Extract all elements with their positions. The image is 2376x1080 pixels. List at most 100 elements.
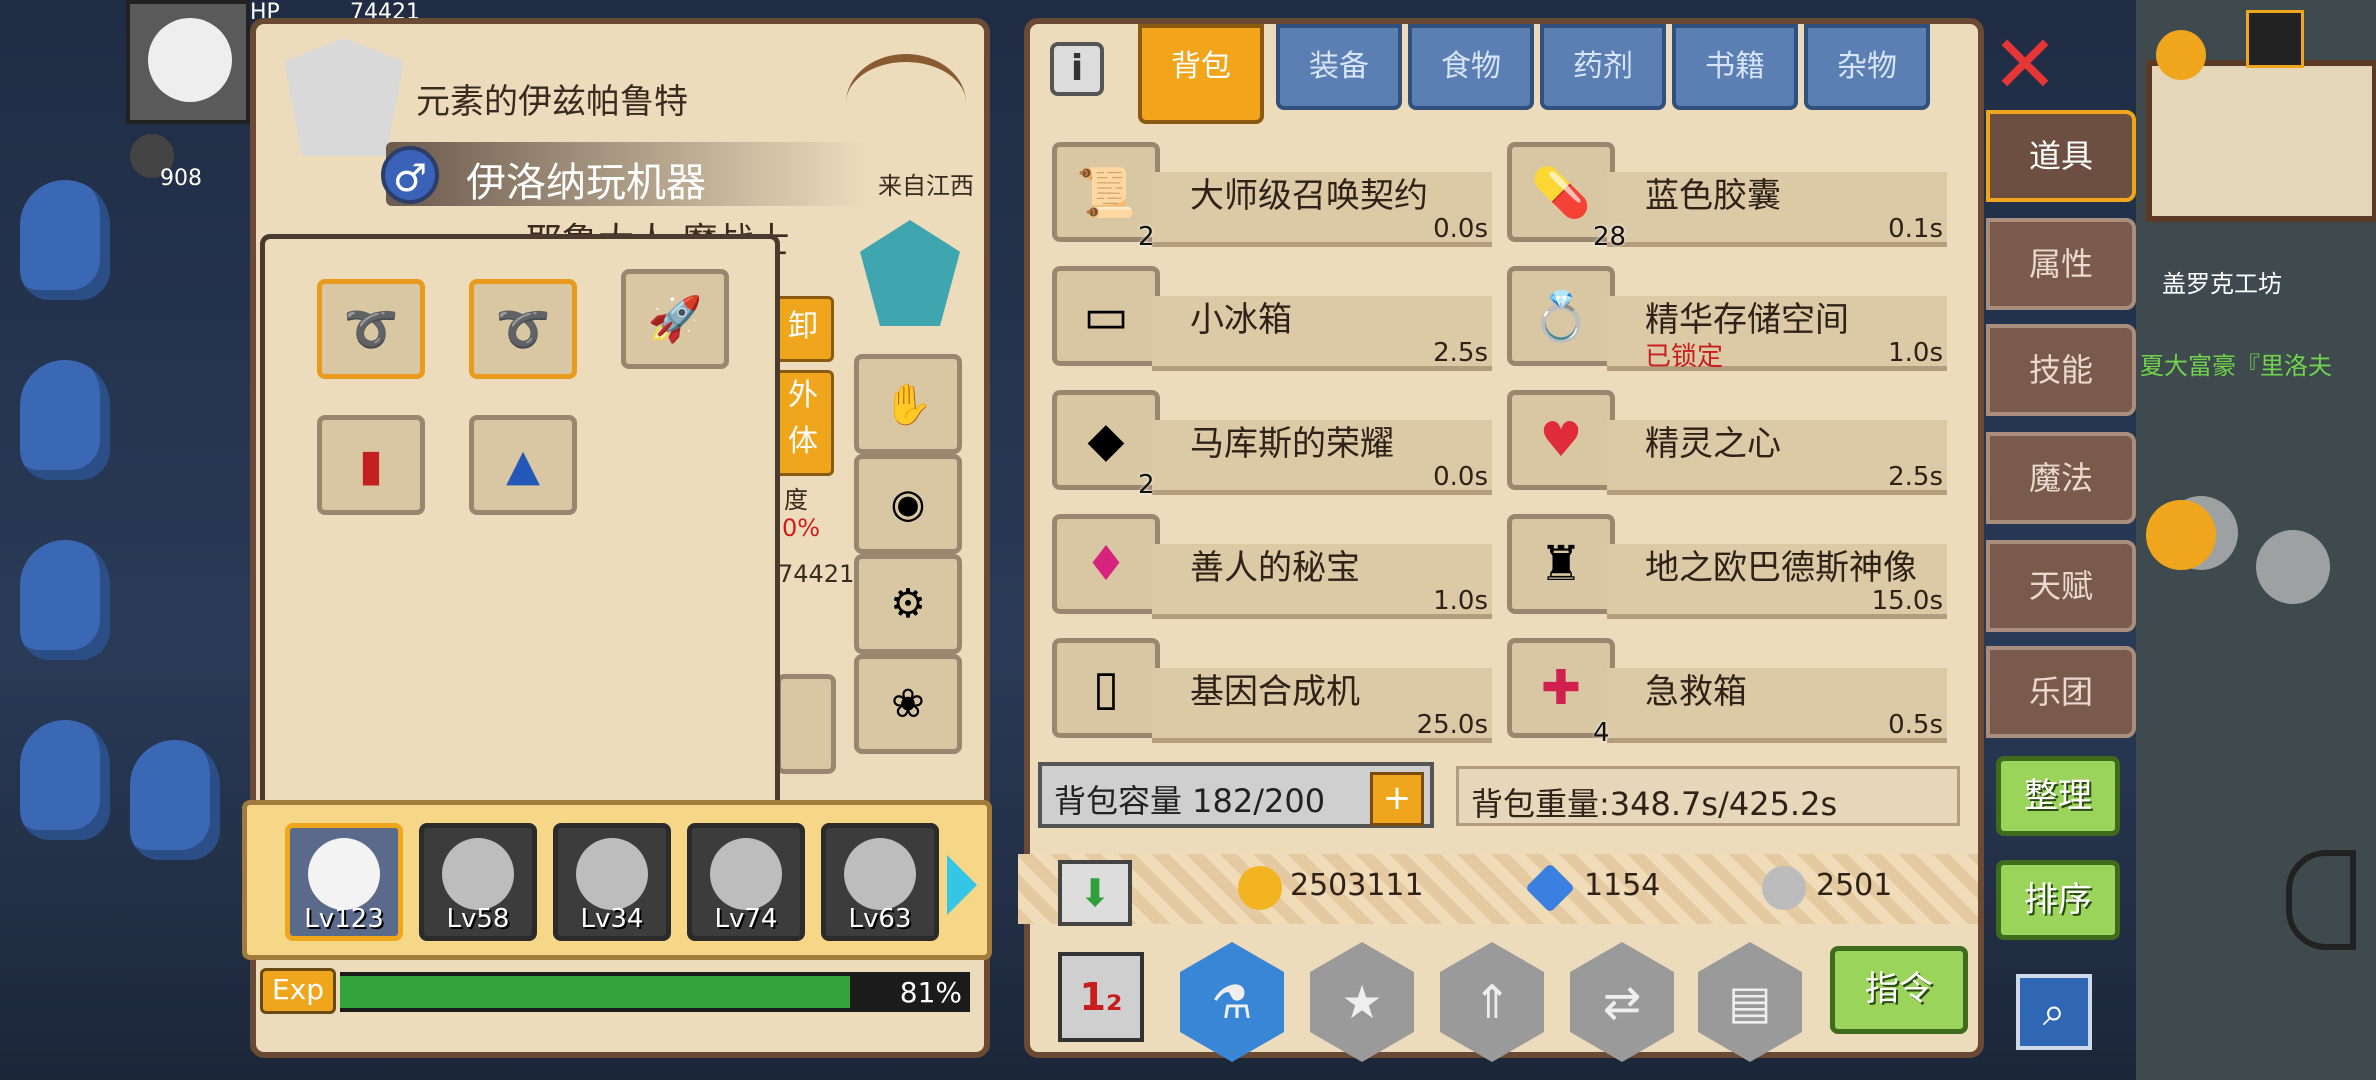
gem-icon: ♦ xyxy=(1052,514,1160,614)
rocket-item-icon[interactable]: 🚀 xyxy=(621,269,729,369)
amulet-slot-icon[interactable]: ◉ xyxy=(854,454,962,554)
tab-food[interactable]: 食物 xyxy=(1408,24,1534,110)
tree-sprite xyxy=(20,360,110,480)
tree-sprite xyxy=(20,540,110,660)
exp-label: Exp xyxy=(260,968,336,1014)
close-icon[interactable]: ✕ xyxy=(1990,25,2060,105)
inventory-item[interactable]: ♥ 精灵之心 2.5s xyxy=(1507,390,1947,498)
bag-capacity-text: 背包容量 182/200 xyxy=(1054,782,1326,820)
stat-label: 度 xyxy=(784,486,808,514)
ring-icon: 💍 xyxy=(1507,266,1615,366)
next-arrow-icon[interactable] xyxy=(947,855,977,915)
globe-icon[interactable] xyxy=(2156,30,2206,80)
inventory-item[interactable]: ▯ 基因合成机 25.0s xyxy=(1052,638,1492,746)
side-tab-skills[interactable]: 技能 xyxy=(1986,324,2136,416)
coat-item-icon[interactable]: ▮ xyxy=(317,415,425,515)
tab-potion[interactable]: 药剂 xyxy=(1540,24,1666,110)
tree-sprite xyxy=(20,720,110,840)
stat-percent: 0% xyxy=(782,514,821,542)
harp-icon[interactable] xyxy=(2146,500,2216,570)
bow-icon[interactable] xyxy=(2286,850,2356,950)
one-two-toggle-icon[interactable]: 1₂ xyxy=(1058,952,1144,1042)
name-banner: 伊洛纳玩机器 xyxy=(386,142,866,206)
diamond-amount: 1154 xyxy=(1584,868,1661,903)
inventory-item[interactable]: ♦ 善人的秘宝 1.0s xyxy=(1052,514,1492,622)
inventory-item[interactable]: ♜ 地之欧巴德斯神像 15.0s xyxy=(1507,514,1947,622)
download-icon[interactable]: ⬇ xyxy=(1058,860,1132,926)
exp-bar: 81% xyxy=(340,972,970,1012)
inventory-item[interactable]: ◆ 马库斯的荣耀 0.0s 2 xyxy=(1052,390,1492,500)
side-tab-attributes[interactable]: 属性 xyxy=(1986,218,2136,310)
party-portrait[interactable]: Lv34 xyxy=(553,823,671,941)
party-portrait[interactable]: Lv63 xyxy=(821,823,939,941)
organize-button[interactable]: 整理 xyxy=(1996,756,2120,836)
side-tab-magic[interactable]: 魔法 xyxy=(1986,432,2136,524)
inventory-item[interactable]: ▭ 小冰箱 2.5s xyxy=(1052,266,1492,374)
npc-banner: 夏大富豪『里洛夫 xyxy=(2140,352,2332,380)
party-portrait-bar: Lv123 Lv58 Lv34 Lv74 Lv63 xyxy=(242,800,992,960)
character-name: 伊洛纳玩机器 xyxy=(466,160,706,206)
star-icon[interactable]: ★ xyxy=(1310,942,1414,1062)
minimap-area: 盖罗克工坊 夏大富豪『里洛夫 xyxy=(2136,0,2376,1080)
rank-badge-icon xyxy=(284,38,404,156)
sort-button[interactable]: 排序 xyxy=(1996,860,2120,940)
tree-sprite xyxy=(20,180,110,300)
glove-slot-icon[interactable]: ✋ xyxy=(854,354,962,454)
character-title: 元素的伊兹帕鲁特 xyxy=(416,82,688,122)
horn-item-icon[interactable]: ➰ xyxy=(469,279,577,379)
unequip-button[interactable]: 卸 xyxy=(772,296,834,362)
workshop-label: 盖罗克工坊 xyxy=(2162,270,2282,298)
book-icon[interactable] xyxy=(2256,530,2330,604)
search-icon[interactable]: ⌕ xyxy=(2016,974,2092,1050)
origin-label: 来自江西 xyxy=(878,172,974,200)
expand-icon[interactable] xyxy=(2246,10,2304,68)
inventory-item[interactable]: 📜 大师级召唤契约 0.0s 2 xyxy=(1052,142,1492,252)
male-icon: ♂ xyxy=(381,146,439,204)
inventory-panel: i 背包 装备 食物 药剂 书籍 杂物 📜 大师级召唤契约 0.0s 2 💊 蓝色胶… xyxy=(1018,18,1984,1062)
side-tab-band[interactable]: 乐团 xyxy=(1986,646,2136,738)
party-portrait[interactable]: Lv123 xyxy=(285,823,403,941)
expand-capacity-button[interactable]: + xyxy=(1370,772,1424,826)
appearance-button[interactable]: 外 体 xyxy=(772,370,834,476)
slot-partial-icon[interactable] xyxy=(776,674,836,774)
gold-amount: 2503111 xyxy=(1290,868,1424,903)
tab-misc[interactable]: 杂物 xyxy=(1804,24,1930,110)
side-tab-talent[interactable]: 天赋 xyxy=(1986,540,2136,632)
party-portrait[interactable]: Lv58 xyxy=(419,823,537,941)
tree-sprite xyxy=(130,740,220,860)
hanger-icon[interactable] xyxy=(846,54,966,152)
player-avatar[interactable] xyxy=(126,0,250,124)
fridge-icon: ▭ xyxy=(1052,266,1160,366)
horn-item-icon[interactable]: ➰ xyxy=(317,279,425,379)
silver-coin-icon xyxy=(1762,866,1806,910)
side-tab-items[interactable]: 道具 xyxy=(1986,110,2136,202)
swap-arrows-icon[interactable]: ⇄ xyxy=(1570,942,1674,1062)
bag-capacity: 背包容量 182/200 + xyxy=(1038,762,1434,828)
exp-percent: 81% xyxy=(899,976,962,1009)
locked-label: 已锁定 xyxy=(1645,342,1724,372)
gold-coin-icon xyxy=(1238,866,1282,910)
tab-equipment[interactable]: 装备 xyxy=(1276,24,1402,110)
command-button[interactable]: 指令 xyxy=(1830,946,1968,1034)
exp-row: Exp 81% xyxy=(250,962,990,1022)
equipment-popup: ➰ ➰ 🚀 ▮ ▲ xyxy=(260,234,780,814)
tab-bag[interactable]: 背包 xyxy=(1138,24,1264,124)
inventory-item[interactable]: 💍 精华存储空间 已锁定 1.0s xyxy=(1507,266,1947,374)
statue-icon: ♜ xyxy=(1507,514,1615,614)
party-portrait[interactable]: Lv74 xyxy=(687,823,805,941)
inventory-item[interactable]: ✚ 急救箱 0.5s 4 xyxy=(1507,638,1947,748)
currency-bar: ⬇ 2503111 1154 2501 xyxy=(1018,854,1978,926)
hud-stat-value: 908 xyxy=(160,166,202,191)
tab-books[interactable]: 书籍 xyxy=(1672,24,1798,110)
wing-boots-item-icon[interactable]: ▲ xyxy=(469,415,577,515)
spear-icon[interactable]: ⇑ xyxy=(1440,942,1544,1062)
heart-icon: ♥ xyxy=(1507,390,1615,490)
boots-slot-icon[interactable]: ⚙ xyxy=(854,554,962,654)
flask-icon[interactable]: ⚗ xyxy=(1180,942,1284,1062)
open-book-icon[interactable]: ▤ xyxy=(1698,942,1802,1062)
guild-emblem-icon[interactable] xyxy=(860,220,960,326)
inventory-item[interactable]: 💊 蓝色胶囊 0.1s 28 xyxy=(1507,142,1947,252)
item-grid: 📜 大师级召唤契约 0.0s 2 💊 蓝色胶囊 0.1s 28 ▭ 小冰箱 2.5s 💍 … xyxy=(1052,142,1962,748)
wreath-slot-icon[interactable]: ❀ xyxy=(854,654,962,754)
info-icon[interactable]: i xyxy=(1050,42,1104,96)
